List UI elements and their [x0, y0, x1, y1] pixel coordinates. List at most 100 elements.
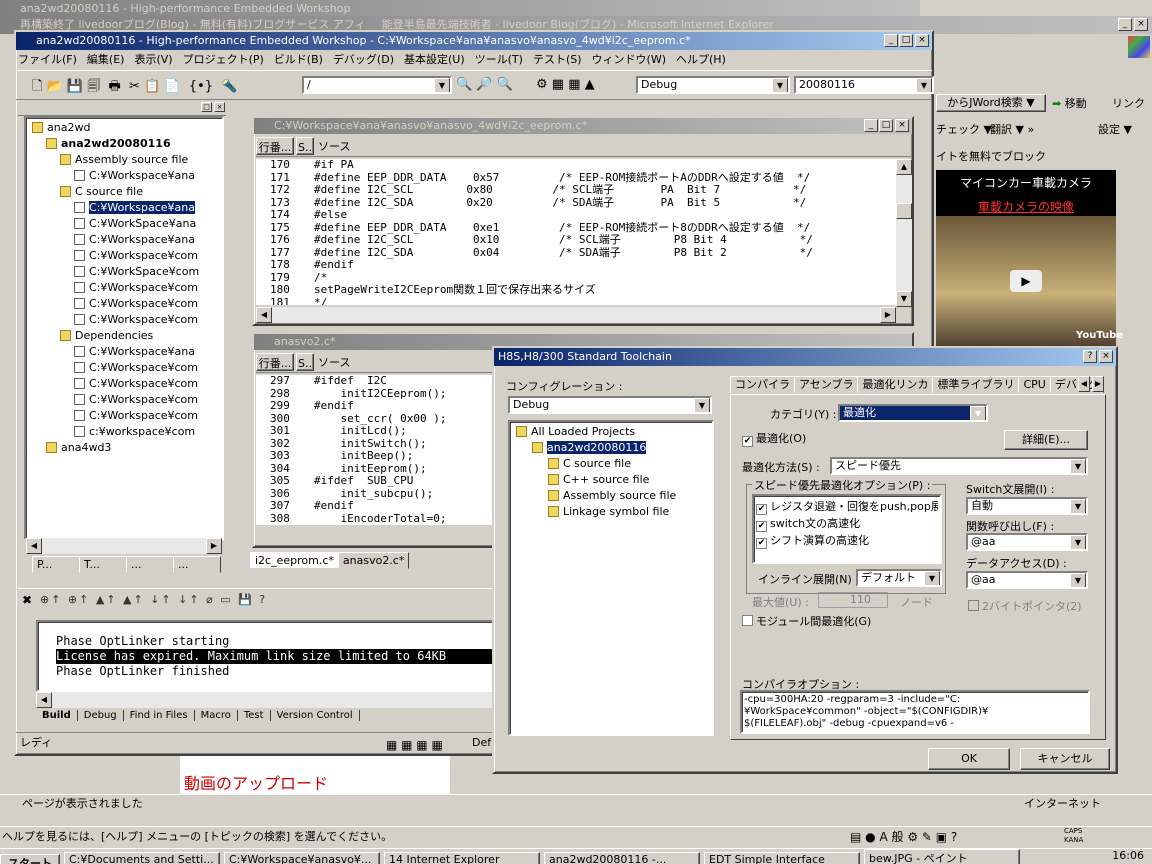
- scroll-left-icon[interactable]: ◀: [256, 307, 272, 323]
- scroll-up-icon[interactable]: ▲: [896, 159, 912, 175]
- output-tab-2[interactable]: Find in Files: [123, 710, 195, 721]
- menu-item-8[interactable]: テスト(S): [533, 53, 582, 66]
- help-icon[interactable]: ?: [1083, 350, 1097, 363]
- module-checkbox[interactable]: モジュール間最適化(G): [742, 613, 871, 629]
- output-tab-0[interactable]: Build: [36, 710, 78, 721]
- scroll-thumb[interactable]: [896, 203, 912, 219]
- tree-hscroll[interactable]: ◀ ▶: [26, 538, 222, 554]
- project-tree-node[interactable]: Linkage symbol file: [512, 504, 710, 520]
- editor1-text[interactable]: 170 #if PA 171 #define EEP_DDR_DATA 0x57 /*…: [256, 159, 896, 305]
- dialog-title-bar[interactable]: H8S,H8/300 Standard Toolchain? ×: [494, 348, 1116, 366]
- speed-option[interactable]: ✔ switch文の高速化: [756, 515, 938, 532]
- col-s[interactable]: S..: [296, 353, 314, 371]
- tree-node[interactable]: C:¥Workspace¥ana: [28, 168, 220, 184]
- tree-node[interactable]: ana2wd: [28, 120, 220, 136]
- tree-node[interactable]: C:¥WorkSpace¥ana: [28, 216, 220, 232]
- editor1-hscroll[interactable]: ◀ ▶: [256, 307, 896, 323]
- menu-item-9[interactable]: ウィンドウ(W): [592, 53, 666, 66]
- tree-node[interactable]: C:¥Workspace¥com: [28, 296, 220, 312]
- output-text[interactable]: Phase OptLinker starting License has expi…: [36, 620, 496, 692]
- config-select[interactable]: Debug: [508, 396, 712, 414]
- start-button[interactable]: スタート: [0, 854, 60, 864]
- scroll-left-icon[interactable]: ◀: [36, 692, 52, 708]
- tree-node[interactable]: C:¥Workspace¥ana: [28, 344, 220, 360]
- category-select[interactable]: 最適化: [838, 404, 988, 422]
- settings-tab-1[interactable]: アセンブラ: [794, 376, 859, 393]
- col-line[interactable]: 行番...: [256, 353, 294, 371]
- taskbar-item-5[interactable]: bew.JPG - ペイント: [864, 849, 1020, 864]
- tree-node[interactable]: C:¥Workspace¥com: [28, 392, 220, 408]
- menu-item-2[interactable]: 表示(V): [134, 53, 172, 66]
- workspace-tab-0[interactable]: P...: [32, 556, 80, 573]
- method-select[interactable]: スピード優先: [830, 457, 1088, 475]
- close-icon[interactable]: ×: [1134, 18, 1148, 31]
- workspace-tab-2[interactable]: ...: [126, 556, 174, 573]
- scroll-right-icon[interactable]: ▶: [880, 307, 896, 323]
- find-combo[interactable]: /: [302, 76, 452, 94]
- menu-item-1[interactable]: 編集(E): [87, 53, 125, 66]
- optimize-checkbox[interactable]: ✔ 最適化(O): [742, 430, 806, 447]
- config-combo[interactable]: Debug: [636, 76, 790, 94]
- close-icon[interactable]: ×: [895, 119, 909, 132]
- editor1-title-bar[interactable]: C:¥Workspace¥ana¥anasvo¥anasvo_4wd¥i2c_e…: [254, 118, 912, 134]
- tree-node[interactable]: C:¥Workspace¥com: [28, 312, 220, 328]
- doc-tab-0[interactable]: i2c_eeprom.c*: [250, 552, 339, 569]
- menu-item-6[interactable]: 基本設定(U): [404, 53, 465, 66]
- col-s[interactable]: S..: [296, 137, 314, 155]
- close-icon[interactable]: ✖: [22, 593, 32, 607]
- close-icon[interactable]: ×: [214, 102, 225, 112]
- settings-tab-3[interactable]: 標準ライブラリ: [932, 376, 1020, 393]
- tree-node[interactable]: C source file: [28, 184, 220, 200]
- call-select[interactable]: @aa: [966, 533, 1088, 551]
- taskbar-item-1[interactable]: C:¥Workspace¥anasvo¥...: [224, 852, 380, 864]
- build-icons[interactable]: ⚙ ▦ ▦ ▲: [536, 77, 595, 92]
- hew-title-bar[interactable]: ana2wd20080116 - High-performance Embedd…: [16, 32, 932, 50]
- tree-node[interactable]: C:¥Workspace¥com: [28, 280, 220, 296]
- tree-node[interactable]: ana2wd20080116: [28, 136, 220, 152]
- tree-node[interactable]: C:¥Workspace¥com: [28, 248, 220, 264]
- maximize-icon[interactable]: □: [899, 34, 913, 47]
- output-tab-4[interactable]: Test: [237, 710, 271, 721]
- taskbar-item-0[interactable]: C:¥Documents and Setti...: [64, 852, 220, 864]
- project-tree-node[interactable]: ana2wd20080116: [512, 440, 710, 456]
- project-tree-node[interactable]: C source file: [512, 456, 710, 472]
- tab-right-icon[interactable]: ▶: [1092, 376, 1104, 392]
- menu-item-0[interactable]: ファイル(F): [18, 53, 77, 66]
- menu-item-7[interactable]: ツール(T): [475, 53, 523, 66]
- output-tab-3[interactable]: Macro: [194, 710, 238, 721]
- settings-tab-4[interactable]: CPU: [1018, 376, 1051, 393]
- tree-node[interactable]: C:¥Workspace¥ana: [28, 232, 220, 248]
- min-icon[interactable]: _: [1118, 18, 1132, 31]
- restore-icon[interactable]: □: [201, 102, 212, 112]
- speed-option[interactable]: ✔ レジスタ退避・回復をpush,pop展開: [756, 498, 938, 515]
- col-line[interactable]: 行番...: [256, 137, 294, 155]
- close-icon[interactable]: ×: [915, 34, 929, 47]
- taskbar-item-2[interactable]: 14 Internet Explorer: [384, 852, 540, 864]
- tree-node[interactable]: Dependencies: [28, 328, 220, 344]
- project-tree-node[interactable]: Assembly source file: [512, 488, 710, 504]
- menu-item-3[interactable]: プロジェクト(P): [183, 53, 264, 66]
- minimize-icon[interactable]: _: [884, 34, 898, 47]
- speed-options-list[interactable]: ✔ レジスタ退避・回復をpush,pop展開 ✔ switch文の高速化 ✔ シフト演算の…: [752, 494, 942, 564]
- menu-item-4[interactable]: ビルド(B): [274, 53, 323, 66]
- inline-select[interactable]: デフォルト: [856, 569, 942, 587]
- data-select[interactable]: @aa: [966, 571, 1088, 589]
- tree-node[interactable]: C:¥Workspace¥com: [28, 360, 220, 376]
- tree-node[interactable]: Assembly source file: [28, 152, 220, 168]
- tree-node[interactable]: C:¥Workspace¥ana: [28, 200, 220, 216]
- project-tree-node[interactable]: All Loaded Projects: [512, 424, 710, 440]
- scroll-down-icon[interactable]: ▼: [896, 291, 912, 307]
- go-button[interactable]: ➡ 移動: [1052, 95, 1087, 111]
- settings-tab-0[interactable]: コンパイラ: [730, 376, 795, 393]
- taskbar-item-3[interactable]: ana2wd20080116 -...: [544, 852, 700, 864]
- play-icon[interactable]: ▶: [1010, 270, 1042, 292]
- ime-icons[interactable]: ▤ ● A 般 ⚙ ✎ ▣ ?: [850, 827, 957, 847]
- two-byte-checkbox[interactable]: 2バイトポインタ(2): [968, 598, 1082, 614]
- compiler-options[interactable]: -cpu=300HA:20 -regparam=3 -include="C:¥W…: [740, 690, 1090, 734]
- toolbar-icons[interactable]: 🗋 📂 💾 🗐 🖶 ✂ 📋 📄 {•} 🔦: [32, 77, 237, 99]
- max-input[interactable]: 110: [818, 592, 888, 608]
- menu-item-5[interactable]: デバッグ(D): [333, 53, 394, 66]
- scroll-right-icon[interactable]: ▶: [206, 538, 222, 554]
- maximize-icon[interactable]: □: [879, 119, 893, 132]
- cancel-button[interactable]: キャンセル: [1020, 748, 1110, 770]
